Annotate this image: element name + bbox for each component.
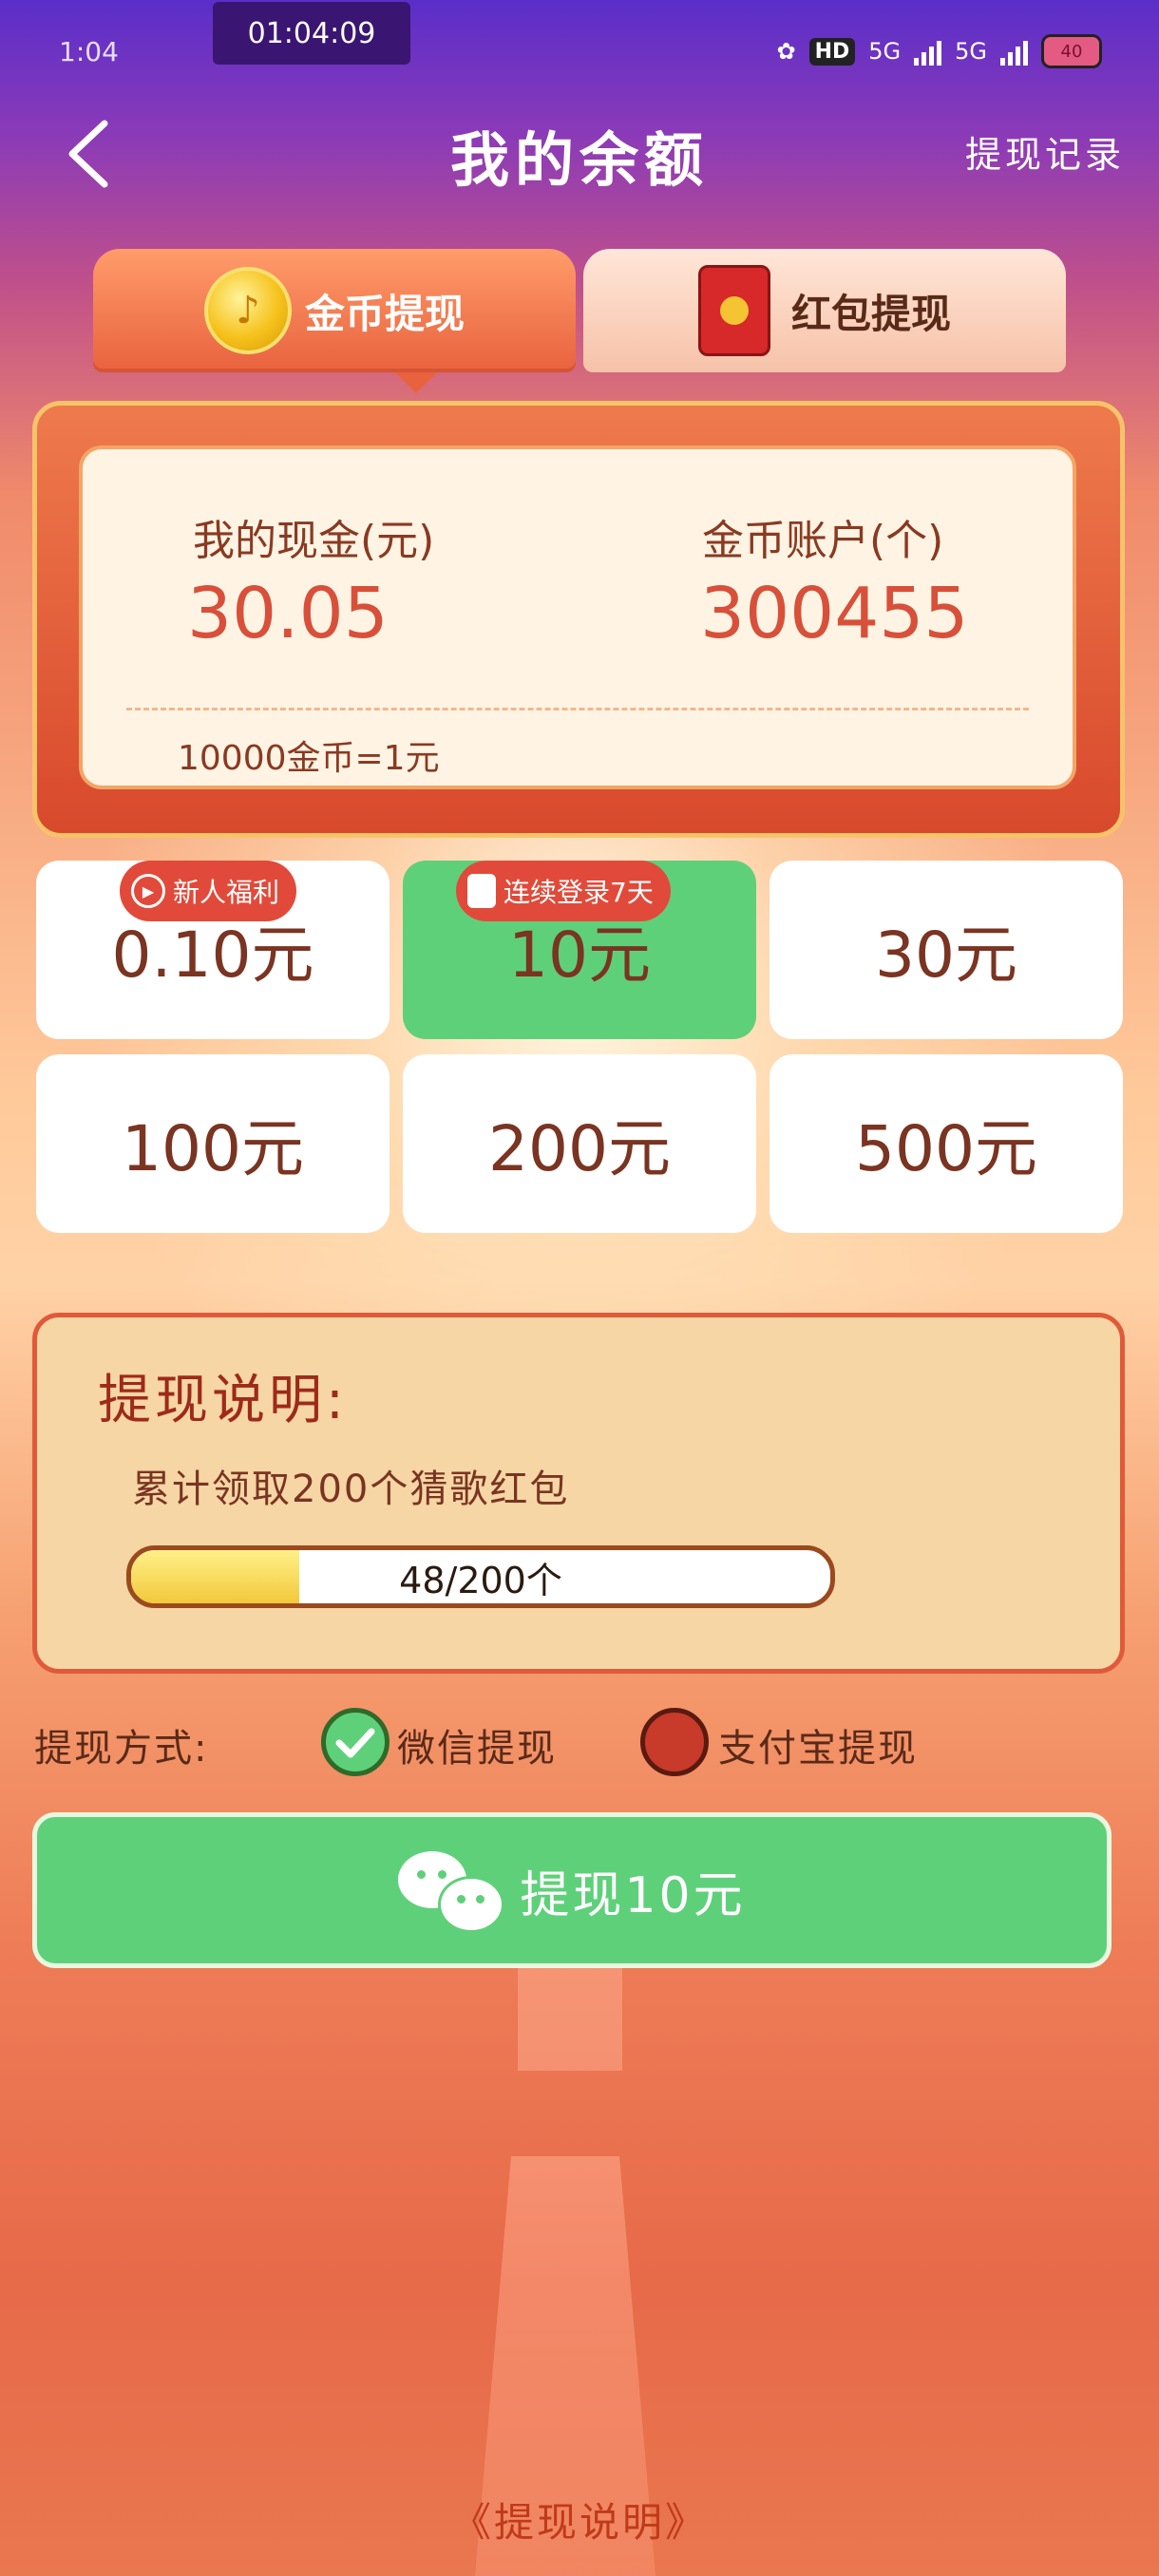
cash-value: 30.05 bbox=[187, 573, 389, 654]
amount-option[interactable]: 30元 bbox=[770, 861, 1123, 1039]
amount-grid: 0.10元 10元 30元 100元 200元 500元 ▶ 新人福利 连续登录… bbox=[36, 861, 1125, 1237]
method-label: 提现方式: bbox=[34, 1727, 209, 1771]
play-icon: ▶ bbox=[131, 874, 165, 908]
divider bbox=[126, 708, 1029, 710]
tab-pointer bbox=[395, 372, 437, 393]
tab-label: 金币提现 bbox=[304, 290, 465, 337]
check-icon bbox=[335, 1728, 375, 1758]
badge-label: 连续登录7天 bbox=[504, 877, 654, 908]
notification-icon: ✿ bbox=[776, 38, 796, 65]
amount-option[interactable]: 200元 bbox=[403, 1054, 756, 1233]
amount-option[interactable]: 100元 bbox=[36, 1054, 390, 1233]
signal-icon bbox=[1000, 37, 1028, 66]
status-bar: 1:04 01:04:09 ✿ HD 5G 5G 40 bbox=[0, 0, 1159, 104]
balance-card: 我的现金(元) 30.05 金币账户(个) 300455 10000金币=1元 bbox=[32, 401, 1125, 838]
alipay-radio[interactable] bbox=[640, 1708, 709, 1776]
network-label-2: 5G bbox=[955, 38, 987, 65]
exchange-rate: 10000金币=1元 bbox=[178, 739, 440, 778]
withdraw-button[interactable]: 提现10元 bbox=[32, 1812, 1112, 1968]
amount-label: 30元 bbox=[875, 919, 1017, 992]
status-time: 1:04 bbox=[59, 36, 119, 67]
tab-label: 红包提现 bbox=[790, 290, 951, 337]
amount-label: 100元 bbox=[122, 1112, 304, 1185]
coin-icon: ♪ bbox=[203, 267, 292, 354]
cash-label: 我的现金(元) bbox=[193, 517, 435, 565]
wechat-radio[interactable] bbox=[321, 1708, 390, 1776]
lock-icon bbox=[467, 874, 496, 908]
amount-label: 200元 bbox=[488, 1112, 671, 1185]
withdraw-explanation-card: 提现说明: 累计领取200个猜歌红包 48/200个 bbox=[32, 1313, 1125, 1674]
coin-value: 300455 bbox=[700, 573, 969, 654]
wechat-icon bbox=[398, 1847, 505, 1933]
alipay-method-label[interactable]: 支付宝提现 bbox=[718, 1717, 918, 1772]
status-icons: ✿ HD 5G 5G 40 bbox=[776, 34, 1102, 68]
explanation-desc: 累计领取200个猜歌红包 bbox=[132, 1468, 570, 1511]
wechat-method-label[interactable]: 微信提现 bbox=[397, 1717, 557, 1772]
new-user-badge: ▶ 新人福利 bbox=[120, 861, 297, 921]
hd-icon: HD bbox=[808, 37, 856, 66]
recording-timer: 01:04:09 bbox=[213, 2, 410, 65]
explanation-title: 提现说明: bbox=[98, 1370, 348, 1431]
tab-redpacket-withdraw[interactable]: 红包提现 bbox=[583, 249, 1066, 372]
withdraw-explanation-link[interactable]: 《提现说明》 bbox=[0, 2491, 1159, 2548]
tab-coin-withdraw[interactable]: ♪ 金币提现 bbox=[93, 249, 576, 393]
signal-icon bbox=[914, 37, 942, 66]
amount-option[interactable]: 500元 bbox=[770, 1054, 1123, 1233]
coin-label: 金币账户(个) bbox=[702, 517, 944, 565]
red-envelope-icon bbox=[697, 265, 770, 356]
network-label-1: 5G bbox=[868, 38, 902, 65]
badge-label: 新人福利 bbox=[173, 877, 280, 908]
login-streak-badge: 连续登录7天 bbox=[456, 861, 671, 921]
amount-label: 500元 bbox=[855, 1112, 1037, 1185]
withdraw-button-label: 提现10元 bbox=[520, 1866, 746, 1924]
balance-inner: 我的现金(元) 30.05 金币账户(个) 300455 10000金币=1元 bbox=[79, 445, 1076, 789]
progress-text: 48/200个 bbox=[399, 1559, 562, 1601]
progress-bar: 48/200个 bbox=[126, 1545, 835, 1608]
battery-icon: 40 bbox=[1041, 34, 1102, 68]
withdraw-record-link[interactable]: 提现记录 bbox=[965, 125, 1125, 178]
